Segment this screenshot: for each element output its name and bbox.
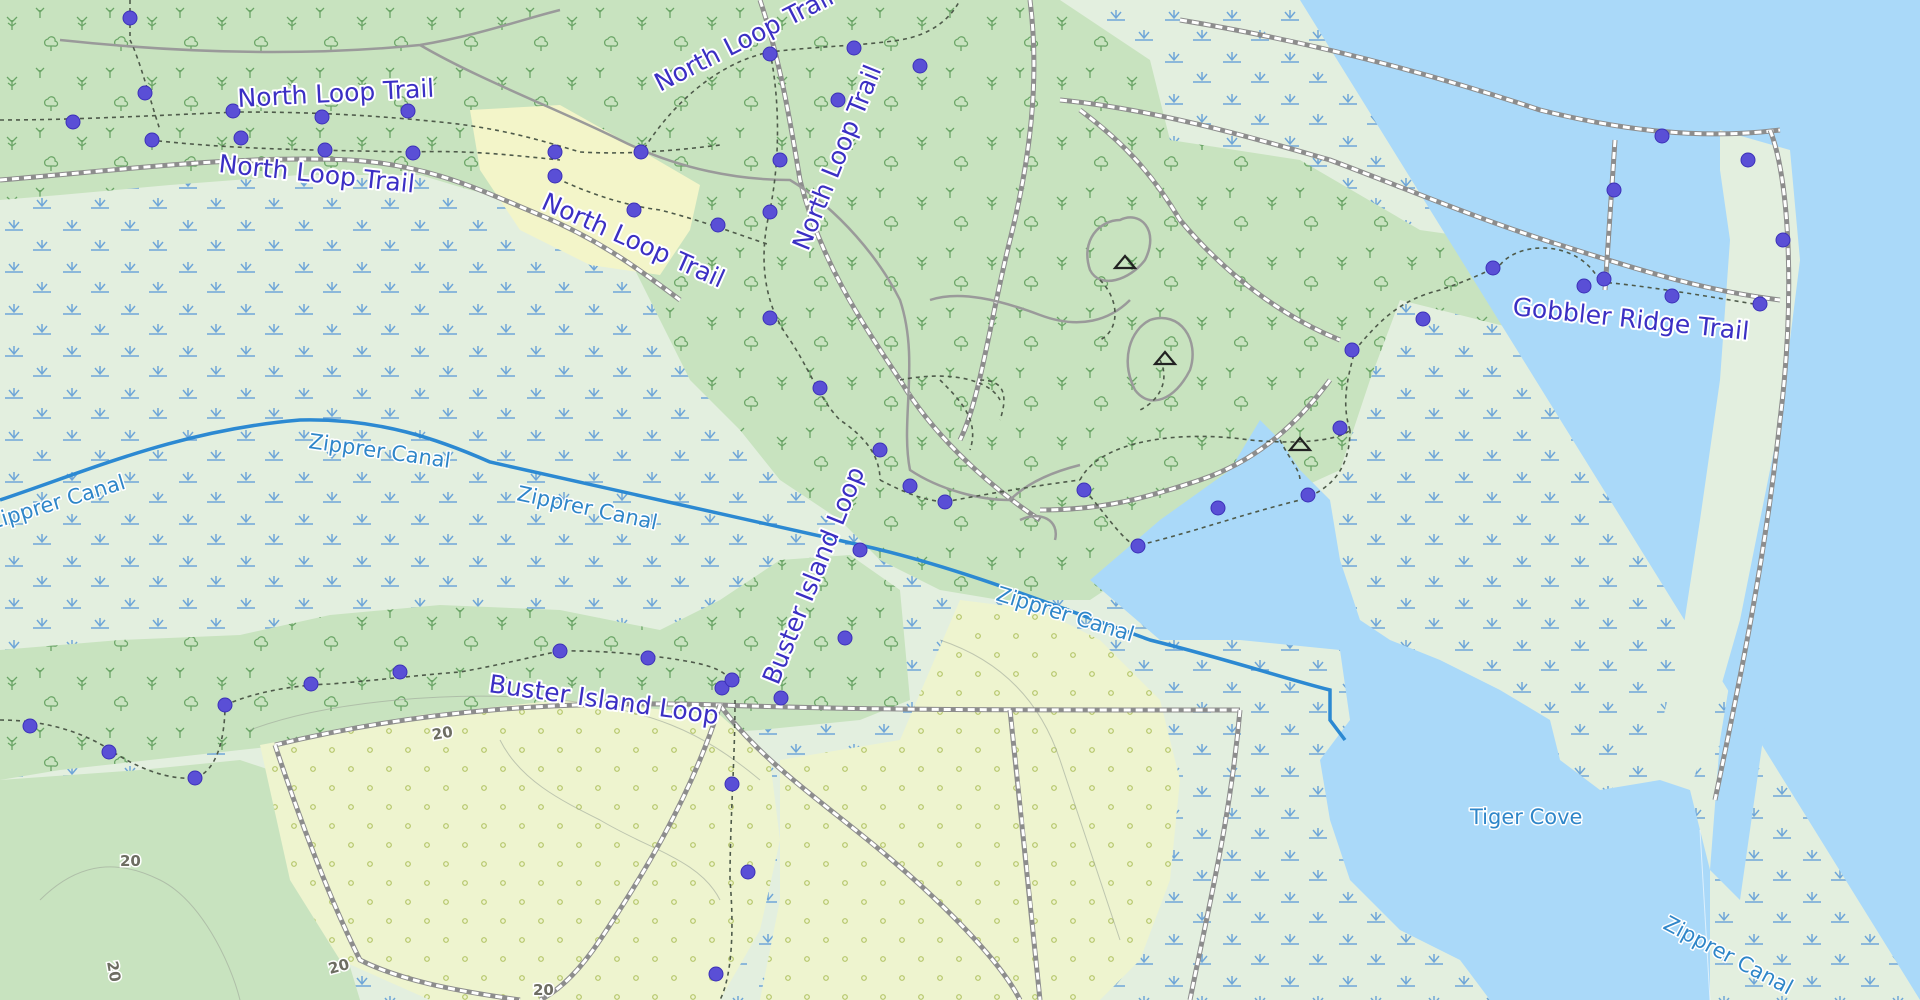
trail-marker-icon[interactable] (122, 10, 138, 26)
trail-marker-icon[interactable] (762, 46, 778, 62)
trail-marker-icon[interactable] (812, 380, 828, 396)
trail-marker-icon[interactable] (762, 310, 778, 326)
trail-marker-icon[interactable] (233, 130, 249, 146)
trail-marker-icon[interactable] (724, 776, 740, 792)
trail-marker-icon[interactable] (772, 152, 788, 168)
trail-marker-icon[interactable] (1775, 232, 1791, 248)
trail-marker-icon[interactable] (837, 630, 853, 646)
trail-marker-icon[interactable] (547, 144, 563, 160)
trail-marker-icon[interactable] (400, 103, 416, 119)
trail-marker-icon[interactable] (1654, 128, 1670, 144)
trail-marker-icon[interactable] (552, 643, 568, 659)
trail-marker-icon[interactable] (547, 168, 563, 184)
contour-label: 20 (533, 981, 554, 999)
trail-marker-icon[interactable] (1130, 538, 1146, 554)
trail-marker-icon[interactable] (1076, 482, 1092, 498)
trail-marker-icon[interactable] (1344, 342, 1360, 358)
trail-marker-icon[interactable] (740, 864, 756, 880)
trail-marker-icon[interactable] (217, 697, 233, 713)
trail-marker-icon[interactable] (137, 85, 153, 101)
trail-marker-icon[interactable] (773, 690, 789, 706)
trail-marker-icon[interactable] (708, 966, 724, 982)
contour-label: 20 (103, 960, 124, 984)
trail-marker-icon[interactable] (1596, 271, 1612, 287)
trail-marker-icon[interactable] (872, 442, 888, 458)
trail-marker-icon[interactable] (724, 672, 740, 688)
trail-marker-icon[interactable] (912, 58, 928, 74)
trail-marker-icon[interactable] (144, 132, 160, 148)
trail-marker-icon[interactable] (762, 204, 778, 220)
trail-marker-icon[interactable] (303, 676, 319, 692)
map-svg[interactable]: 20 20 20 20 20 Zipprer Canal Zipprer Can… (0, 0, 1920, 1000)
trail-marker-icon[interactable] (101, 744, 117, 760)
trail-marker-icon[interactable] (1485, 260, 1501, 276)
trail-marker-icon[interactable] (314, 109, 330, 125)
trail-marker-icon[interactable] (1740, 152, 1756, 168)
trail-marker-icon[interactable] (1300, 487, 1316, 503)
trail-marker-icon[interactable] (1210, 500, 1226, 516)
trail-marker-icon[interactable] (187, 770, 203, 786)
trail-marker-icon[interactable] (1664, 288, 1680, 304)
map-canvas[interactable]: 20 20 20 20 20 Zipprer Canal Zipprer Can… (0, 0, 1920, 1000)
trail-marker-icon[interactable] (852, 542, 868, 558)
trail-marker-icon[interactable] (22, 718, 38, 734)
trail-marker-icon[interactable] (317, 142, 333, 158)
cove-label: Tiger Cove (1469, 805, 1582, 829)
trail-marker-icon[interactable] (937, 494, 953, 510)
trail-marker-icon[interactable] (710, 217, 726, 233)
trail-marker-icon[interactable] (65, 114, 81, 130)
contour-label: 20 (431, 723, 455, 744)
trail-marker-icon[interactable] (1606, 182, 1622, 198)
trail-marker-icon[interactable] (405, 145, 421, 161)
trail-marker-icon[interactable] (392, 664, 408, 680)
trail-marker-icon[interactable] (846, 40, 862, 56)
trail-marker-icon[interactable] (1576, 278, 1592, 294)
trail-marker-icon[interactable] (626, 202, 642, 218)
contour-label: 20 (120, 852, 141, 870)
trail-marker-icon[interactable] (1332, 420, 1348, 436)
trail-marker-icon[interactable] (640, 650, 656, 666)
trail-marker-icon[interactable] (1415, 311, 1431, 327)
trail-marker-icon[interactable] (902, 478, 918, 494)
trail-marker-icon[interactable] (1752, 296, 1768, 312)
trail-marker-icon[interactable] (633, 144, 649, 160)
